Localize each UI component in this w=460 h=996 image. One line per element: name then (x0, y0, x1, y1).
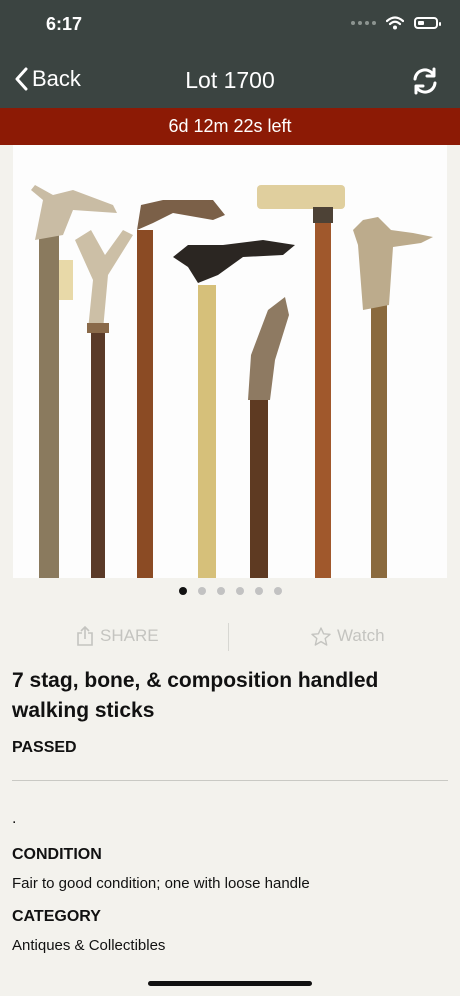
status-icons (351, 16, 441, 30)
condition-heading: CONDITION (12, 846, 102, 863)
status-bar: 6:17 (0, 0, 460, 52)
pager-dot[interactable] (197, 587, 206, 595)
condition-text: Fair to good condition; one with loose h… (12, 875, 310, 892)
category-text: Antiques & Collectibles (12, 937, 166, 954)
star-icon (311, 626, 331, 646)
pager-dot[interactable] (273, 587, 282, 595)
page-title: Lot 1700 (185, 67, 275, 93)
lot-status: PASSED (12, 739, 77, 756)
share-icon (77, 626, 93, 646)
lot-image[interactable] (13, 145, 447, 578)
refresh-icon[interactable] (410, 66, 440, 96)
lot-description: . (12, 810, 17, 827)
share-label: SHARE (100, 626, 159, 645)
time-left-banner: 6d 12m 22s left (0, 108, 460, 145)
pager-dot[interactable] (235, 587, 244, 595)
nav-bar: Back Lot 1700 (0, 52, 460, 108)
share-button[interactable]: SHARE (76, 626, 159, 646)
watch-label: Watch (337, 626, 385, 645)
signal-icon (351, 21, 376, 25)
divider (12, 780, 448, 781)
status-time: 6:17 (46, 14, 83, 34)
lot-title: 7 stag, bone, & composition handled walk… (12, 669, 379, 722)
battery-icon (414, 17, 441, 29)
wifi-icon (386, 16, 404, 30)
pager-dot[interactable] (178, 587, 187, 595)
image-pager[interactable] (0, 587, 460, 595)
walking-sticks-photo (31, 185, 433, 578)
pager-dot[interactable] (216, 587, 225, 595)
home-indicator[interactable] (148, 981, 312, 986)
pager-dot[interactable] (254, 587, 263, 595)
category-heading: CATEGORY (12, 908, 101, 925)
action-bar: SHARE Watch (0, 620, 460, 654)
watch-button[interactable]: Watch (311, 626, 385, 646)
action-divider (228, 623, 229, 651)
